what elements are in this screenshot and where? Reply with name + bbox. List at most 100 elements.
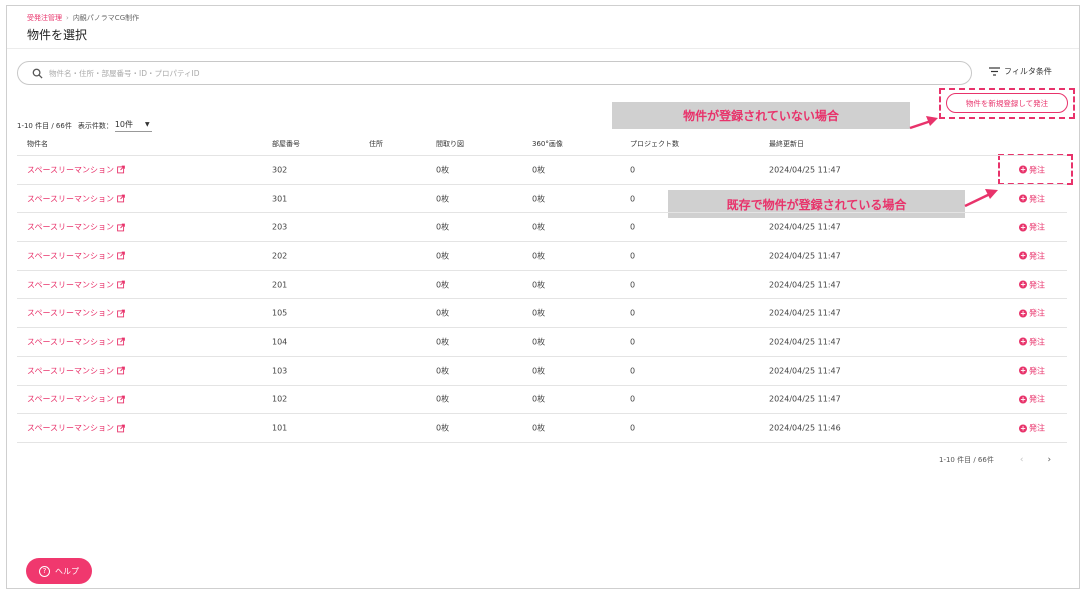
breadcrumb-separator: › <box>66 14 69 22</box>
room-number: 104 <box>272 337 288 347</box>
order-label: 発注 <box>1029 337 1045 347</box>
column-header-updated: 最終更新日 <box>769 140 804 148</box>
column-header-floorplan: 間取り図 <box>436 140 464 148</box>
filter-button[interactable]: フィルタ条件 <box>989 66 1052 77</box>
external-link-icon <box>117 223 125 232</box>
project-count: 0 <box>630 394 636 404</box>
project-count: 0 <box>630 280 636 290</box>
room-number: 203 <box>272 222 288 232</box>
room-number: 201 <box>272 280 288 290</box>
order-label: 発注 <box>1029 423 1045 433</box>
project-count: 0 <box>630 423 636 433</box>
column-header-panorama: 360°画像 <box>532 140 563 148</box>
external-link-icon <box>117 280 125 289</box>
project-count: 0 <box>630 251 636 261</box>
property-name-link[interactable]: スペースリーマンション <box>27 423 125 434</box>
panorama-count: 0枚 <box>532 308 546 318</box>
breadcrumb-current: 内観パノラマCG制作 <box>72 14 140 22</box>
table-row: スペースリーマンション 104 0枚 0枚 0 2024/04/25 11:47 + 発注 <box>17 328 1067 357</box>
breadcrumb: 受発注管理 › 内観パノラマCG制作 <box>27 13 139 23</box>
project-count: 0 <box>630 165 636 175</box>
plus-circle-icon: + <box>1019 309 1027 318</box>
floorplan-count: 0枚 <box>436 251 450 261</box>
property-name: スペースリーマンション <box>27 394 115 404</box>
last-updated: 2024/04/25 11:47 <box>769 280 841 290</box>
project-count: 0 <box>630 194 636 204</box>
room-number: 301 <box>272 194 288 204</box>
per-page-label: 表示件数： <box>77 121 113 130</box>
property-name-link[interactable]: スペースリーマンション <box>27 394 125 405</box>
per-page-select[interactable]: 10件 ▼ <box>114 119 152 132</box>
order-button[interactable]: + 発注 <box>1019 193 1045 204</box>
plus-circle-icon: + <box>1019 424 1027 433</box>
plus-circle-icon: + <box>1019 337 1027 346</box>
external-link-icon <box>117 424 125 432</box>
panorama-count: 0枚 <box>532 366 546 376</box>
order-button[interactable]: + 発注 <box>1019 308 1045 319</box>
panorama-count: 0枚 <box>532 194 546 204</box>
last-updated: 2024/04/25 11:47 <box>769 222 841 232</box>
column-header-room: 部屋番号 <box>272 140 300 148</box>
table-row: スペースリーマンション 105 0枚 0枚 0 2024/04/25 11:47 + 発注 <box>17 299 1067 329</box>
property-name: スペースリーマンション <box>27 222 115 232</box>
property-name-link[interactable]: スペースリーマンション <box>27 279 125 290</box>
project-count: 0 <box>630 337 636 347</box>
panorama-count: 0枚 <box>532 423 546 433</box>
table-header: 物件名 部屋番号 住所 間取り図 360°画像 プロジェクト数 最終更新日 <box>17 133 1067 156</box>
callout-not-registered: 物件が登録されていない場合 <box>612 102 910 129</box>
column-header-projects: プロジェクト数 <box>630 140 679 148</box>
property-name-link[interactable]: スペースリーマンション <box>27 250 125 261</box>
order-button[interactable]: + 発注 <box>1019 394 1045 405</box>
panorama-count: 0枚 <box>532 251 546 261</box>
property-name: スペースリーマンション <box>27 423 115 433</box>
property-name-link[interactable]: スペースリーマンション <box>27 336 125 347</box>
header-divider <box>7 48 1079 49</box>
help-button[interactable]: ? ヘルプ <box>26 558 92 584</box>
order-button[interactable]: + 発注 <box>1019 365 1045 376</box>
breadcrumb-link-orders[interactable]: 受発注管理 <box>27 14 62 22</box>
panorama-count: 0枚 <box>532 222 546 232</box>
last-updated: 2024/04/25 11:47 <box>769 337 841 347</box>
order-button[interactable]: + 発注 <box>1019 164 1045 175</box>
prev-page-button[interactable]: ‹ <box>1020 455 1024 465</box>
floorplan-count: 0枚 <box>436 394 450 404</box>
property-name-link[interactable]: スペースリーマンション <box>27 365 125 376</box>
property-name-link[interactable]: スペースリーマンション <box>27 193 125 204</box>
search-input[interactable] <box>49 68 849 78</box>
floorplan-count: 0枚 <box>436 165 450 175</box>
table-row: スペースリーマンション 302 0枚 0枚 0 2024/04/25 11:47 + 発注 <box>17 156 1067 185</box>
table-row: スペースリーマンション 301 0枚 0枚 0 + 発注 <box>17 185 1067 214</box>
search-icon <box>32 68 43 79</box>
order-button[interactable]: + 発注 <box>1019 423 1045 434</box>
room-number: 102 <box>272 394 288 404</box>
next-page-button[interactable]: › <box>1047 455 1051 465</box>
order-label: 発注 <box>1029 280 1045 290</box>
search-bar[interactable] <box>17 61 972 85</box>
panorama-count: 0枚 <box>532 394 546 404</box>
order-button[interactable]: + 発注 <box>1019 222 1045 233</box>
last-updated: 2024/04/25 11:47 <box>769 308 841 318</box>
help-icon: ? <box>39 565 50 577</box>
order-label: 発注 <box>1029 222 1045 232</box>
room-number: 105 <box>272 308 288 318</box>
table-row: スペースリーマンション 101 0枚 0枚 0 2024/04/25 11:46 + 発注 <box>17 414 1067 443</box>
order-button[interactable]: + 発注 <box>1019 279 1045 290</box>
column-header-name: 物件名 <box>27 140 48 148</box>
table-row: スペースリーマンション 203 0枚 0枚 0 2024/04/25 11:47 + 発注 <box>17 213 1067 243</box>
property-name: スペースリーマンション <box>27 280 115 290</box>
list-count-bar: 1-10 件目 / 66件 表示件数： 10件 ▼ <box>17 119 152 132</box>
property-name-link[interactable]: スペースリーマンション <box>27 222 125 233</box>
order-label: 発注 <box>1029 394 1045 404</box>
property-name: スペースリーマンション <box>27 194 115 204</box>
table-row: スペースリーマンション 201 0枚 0枚 0 2024/04/25 11:47 + 発注 <box>17 271 1067 300</box>
column-header-address: 住所 <box>369 140 383 148</box>
room-number: 103 <box>272 366 288 376</box>
pagination: 1-10 件目 / 66件 ‹ › <box>939 455 1051 465</box>
property-name-link[interactable]: スペースリーマンション <box>27 164 125 175</box>
order-button[interactable]: + 発注 <box>1019 250 1045 261</box>
floorplan-count: 0枚 <box>436 366 450 376</box>
property-name-link[interactable]: スペースリーマンション <box>27 308 125 319</box>
external-link-icon <box>117 309 125 318</box>
order-button[interactable]: + 発注 <box>1019 336 1045 347</box>
order-label: 発注 <box>1029 194 1045 204</box>
